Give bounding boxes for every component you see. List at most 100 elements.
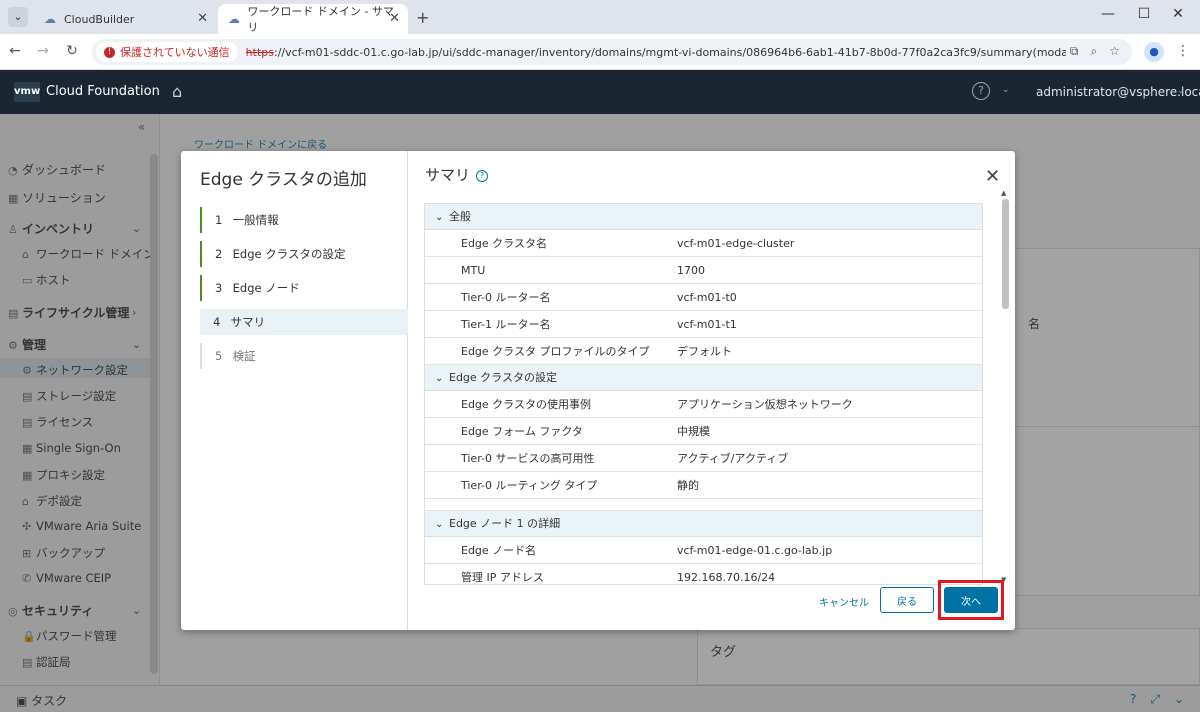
- next-button-highlight-annotation: [938, 580, 1004, 620]
- close-icon[interactable]: ✕: [985, 166, 1000, 187]
- summary-heading: サマリ?: [425, 164, 489, 185]
- window-close-icon[interactable]: ✕: [1168, 6, 1188, 22]
- security-label: 保護されていない通信: [120, 46, 230, 59]
- row-key: Tier-1 ルーター名: [461, 318, 551, 331]
- row-value: 中規模: [677, 425, 710, 438]
- chevron-down-icon: ⌄: [435, 373, 444, 384]
- row-value: 192.168.70.16/24: [677, 571, 776, 584]
- new-tab-icon[interactable]: +: [416, 8, 429, 27]
- wizard-title: Edge クラスタの追加: [200, 170, 367, 190]
- zoom-icon[interactable]: ⌕: [1091, 44, 1098, 59]
- back-button[interactable]: 戻る: [880, 587, 934, 613]
- url-text[interactable]: https://vcf-m01-sddc-01.c.go-lab.jp/ui/s…: [246, 46, 1066, 59]
- summary-row: Tier-1 ルーター名 vcf-m01-t1: [425, 311, 982, 338]
- row-key: Edge フォーム ファクタ: [461, 425, 583, 438]
- summary-scrollbar[interactable]: ▲ ▼: [999, 189, 1011, 587]
- wizard-step-cluster-settings[interactable]: 2 Edge クラスタの設定: [200, 241, 408, 267]
- browser-tab-cloudbuilder[interactable]: ☁ CloudBuilder ✕: [34, 4, 216, 34]
- home-icon[interactable]: ⌂: [172, 82, 182, 101]
- step-number: 4: [213, 315, 221, 329]
- wizard-step-summary[interactable]: 4 サマリ: [200, 309, 408, 335]
- security-indicator[interactable]: ! 保護されていない通信: [96, 42, 238, 62]
- wizard-step-edge-nodes[interactable]: 3 Edge ノード: [200, 275, 408, 301]
- cloud-favicon-icon: ☁: [44, 12, 56, 26]
- reload-icon[interactable]: ↻: [63, 43, 81, 59]
- maximize-icon[interactable]: ☐: [1134, 6, 1154, 22]
- row-value: アクティブ/アクティブ: [677, 452, 789, 465]
- forward-arrow-icon[interactable]: →: [34, 43, 52, 59]
- translate-icon[interactable]: ⧉: [1070, 44, 1079, 59]
- row-key: Edge ノード名: [461, 544, 537, 557]
- summary-row: Edge クラスタ プロファイルのタイプ デフォルト: [425, 338, 982, 365]
- browser-tabbar: ⌄ ☁ CloudBuilder ✕ ☁ ワークロード ドメイン - サマリ ✕…: [0, 0, 1200, 34]
- bookmark-star-icon[interactable]: ☆: [1109, 44, 1120, 59]
- back-arrow-icon[interactable]: ←: [6, 43, 24, 59]
- summary-row: Edge ノード名 vcf-m01-edge-01.c.go-lab.jp: [425, 537, 982, 564]
- summary-row: Edge クラスタの使用事例 アプリケーション仮想ネットワーク: [425, 391, 982, 418]
- wizard-content: サマリ? ✕ ⌄ 全般 Edge クラスタ名 vcf-m01-edge-cluste…: [408, 151, 1015, 630]
- row-key: 管理 IP アドレス: [461, 571, 544, 584]
- close-tab-icon[interactable]: ✕: [389, 11, 400, 26]
- cancel-button[interactable]: キャンセル: [809, 592, 879, 616]
- vmw-logo: vmw: [14, 82, 40, 102]
- row-value: デフォルト: [677, 345, 732, 358]
- step-label: サマリ: [230, 315, 266, 329]
- cloud-favicon-icon: ☁: [228, 12, 240, 26]
- step-label: Edge ノード: [232, 281, 300, 295]
- row-value: vcf-m01-t0: [677, 291, 737, 304]
- tab-title: CloudBuilder: [64, 12, 135, 26]
- step-label: Edge クラスタの設定: [232, 247, 346, 261]
- add-edge-cluster-modal: Edge クラスタの追加 1 一般情報 2 Edge クラスタの設定 3 Edg…: [181, 151, 1015, 630]
- browser-menu-icon[interactable]: ⋮: [1176, 43, 1190, 59]
- address-bar[interactable]: ! 保護されていない通信 https://vcf-m01-sddc-01.c.g…: [92, 39, 1132, 65]
- row-key: Edge クラスタ名: [461, 237, 547, 250]
- browser-tab-workload-domain[interactable]: ☁ ワークロード ドメイン - サマリ ✕: [218, 4, 408, 34]
- scroll-up-icon[interactable]: ▲: [1001, 189, 1006, 197]
- summary-row: 管理 IP アドレス 192.168.70.16/24: [425, 564, 982, 584]
- chevron-down-icon[interactable]: ⌄: [1002, 85, 1010, 95]
- row-key: Edge クラスタ プロファイルのタイプ: [461, 345, 650, 358]
- summary-panel[interactable]: ⌄ 全般 Edge クラスタ名 vcf-m01-edge-cluster MTU 17…: [424, 203, 983, 585]
- row-value: vcf-m01-t1: [677, 318, 737, 331]
- help-icon[interactable]: ?: [972, 82, 990, 100]
- summary-row: Tier-0 ルーター名 vcf-m01-t0: [425, 284, 982, 311]
- browser-toolbar: ← → ↻ ! 保護されていない通信 https://vcf-m01-sddc-…: [0, 34, 1200, 70]
- section-title: Edge クラスタの設定: [449, 371, 557, 384]
- step-number: 5: [215, 349, 223, 363]
- row-value: アプリケーション仮想ネットワーク: [677, 398, 853, 411]
- summary-row: MTU 1700: [425, 257, 982, 284]
- summary-row: Edge クラスタ名 vcf-m01-edge-cluster: [425, 230, 982, 257]
- wizard-step-general[interactable]: 1 一般情報: [200, 207, 408, 233]
- row-key: Tier-0 ルーター名: [461, 291, 551, 304]
- row-key: Tier-0 ルーティング タイプ: [461, 479, 598, 492]
- summary-row: Tier-0 サービスの高可用性 アクティブ/アクティブ: [425, 445, 982, 472]
- section-title: 全般: [449, 210, 471, 223]
- chevron-down-icon[interactable]: ⌄: [1177, 86, 1185, 96]
- row-value: 静的: [677, 479, 699, 492]
- minimize-icon[interactable]: —: [1098, 6, 1118, 22]
- url-scheme: https: [245, 45, 274, 59]
- user-menu[interactable]: administrator@vsphere.local: [1036, 85, 1200, 99]
- wizard-steps-panel: Edge クラスタの追加 1 一般情報 2 Edge クラスタの設定 3 Edg…: [181, 151, 408, 630]
- section-title: Edge ノード 1 の詳細: [449, 517, 561, 530]
- close-tab-icon[interactable]: ✕: [197, 11, 208, 26]
- url-path: ://vcf-m01-sddc-01.c.go-lab.jp/ui/sddc-m…: [273, 45, 1066, 59]
- step-number: 1: [215, 213, 223, 227]
- tab-search-chevron-icon[interactable]: ⌄: [8, 7, 28, 27]
- product-name: Cloud Foundation: [46, 84, 160, 99]
- section-header-general[interactable]: ⌄ 全般: [425, 204, 982, 230]
- row-value: 1700: [677, 264, 705, 277]
- section-header-cluster-settings[interactable]: ⌄ Edge クラスタの設定: [425, 365, 982, 391]
- scrollbar-thumb[interactable]: [1002, 199, 1009, 309]
- chevron-down-icon: ⌄: [435, 519, 444, 530]
- step-number: 2: [215, 247, 223, 261]
- row-key: Tier-0 サービスの高可用性: [461, 452, 595, 465]
- profile-avatar-icon[interactable]: ●: [1144, 42, 1164, 62]
- summary-title: サマリ: [425, 166, 471, 184]
- help-icon[interactable]: ?: [476, 169, 489, 182]
- step-label: 一般情報: [232, 213, 279, 227]
- section-header-edge-node-1[interactable]: ⌄ Edge ノード 1 の詳細: [425, 511, 982, 537]
- warning-icon: !: [104, 46, 115, 58]
- section-spacer: [425, 499, 982, 511]
- summary-row: Tier-0 ルーティング タイプ 静的: [425, 472, 982, 499]
